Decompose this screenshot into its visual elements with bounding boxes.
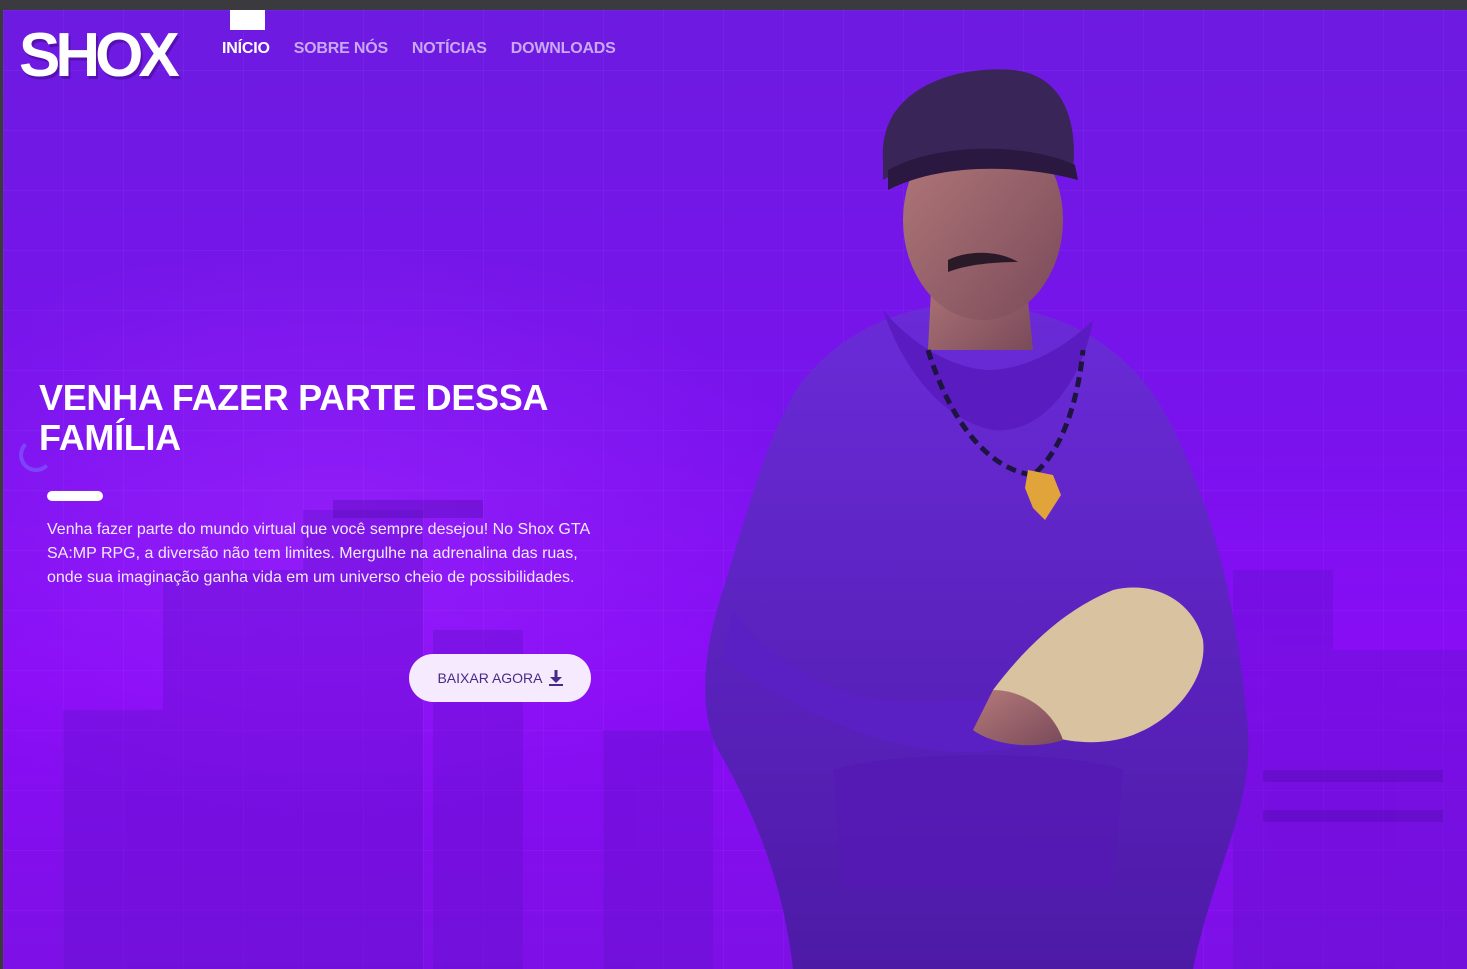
brand-logo[interactable]: SHOX [19,20,180,92]
hero-section: SHOX INÍCIO SOBRE NÓS NOTÍCIAS DOWNLOADS… [3,10,1467,969]
nav-item-noticias[interactable]: NOTÍCIAS [412,40,487,58]
main-nav: INÍCIO SOBRE NÓS NOTÍCIAS DOWNLOADS [222,40,640,58]
hero-headline: VENHA FAZER PARTE DESSA FAMÍLIA [39,377,547,458]
nav-item-inicio[interactable]: INÍCIO [222,40,270,58]
hero-description: Venha fazer parte do mundo virtual que v… [47,521,590,586]
download-now-label: BAIXAR AGORA [437,670,543,686]
nav-active-indicator [230,10,265,30]
headline-divider [47,491,103,501]
loading-spinner-icon [19,438,53,472]
nav-item-sobre-nos[interactable]: SOBRE NÓS [294,40,388,58]
download-icon [548,670,563,686]
nav-item-downloads[interactable]: DOWNLOADS [511,40,616,58]
download-now-button[interactable]: BAIXAR AGORA [409,654,591,702]
browser-top-bar [0,0,1467,10]
character-illustration [705,69,1249,969]
